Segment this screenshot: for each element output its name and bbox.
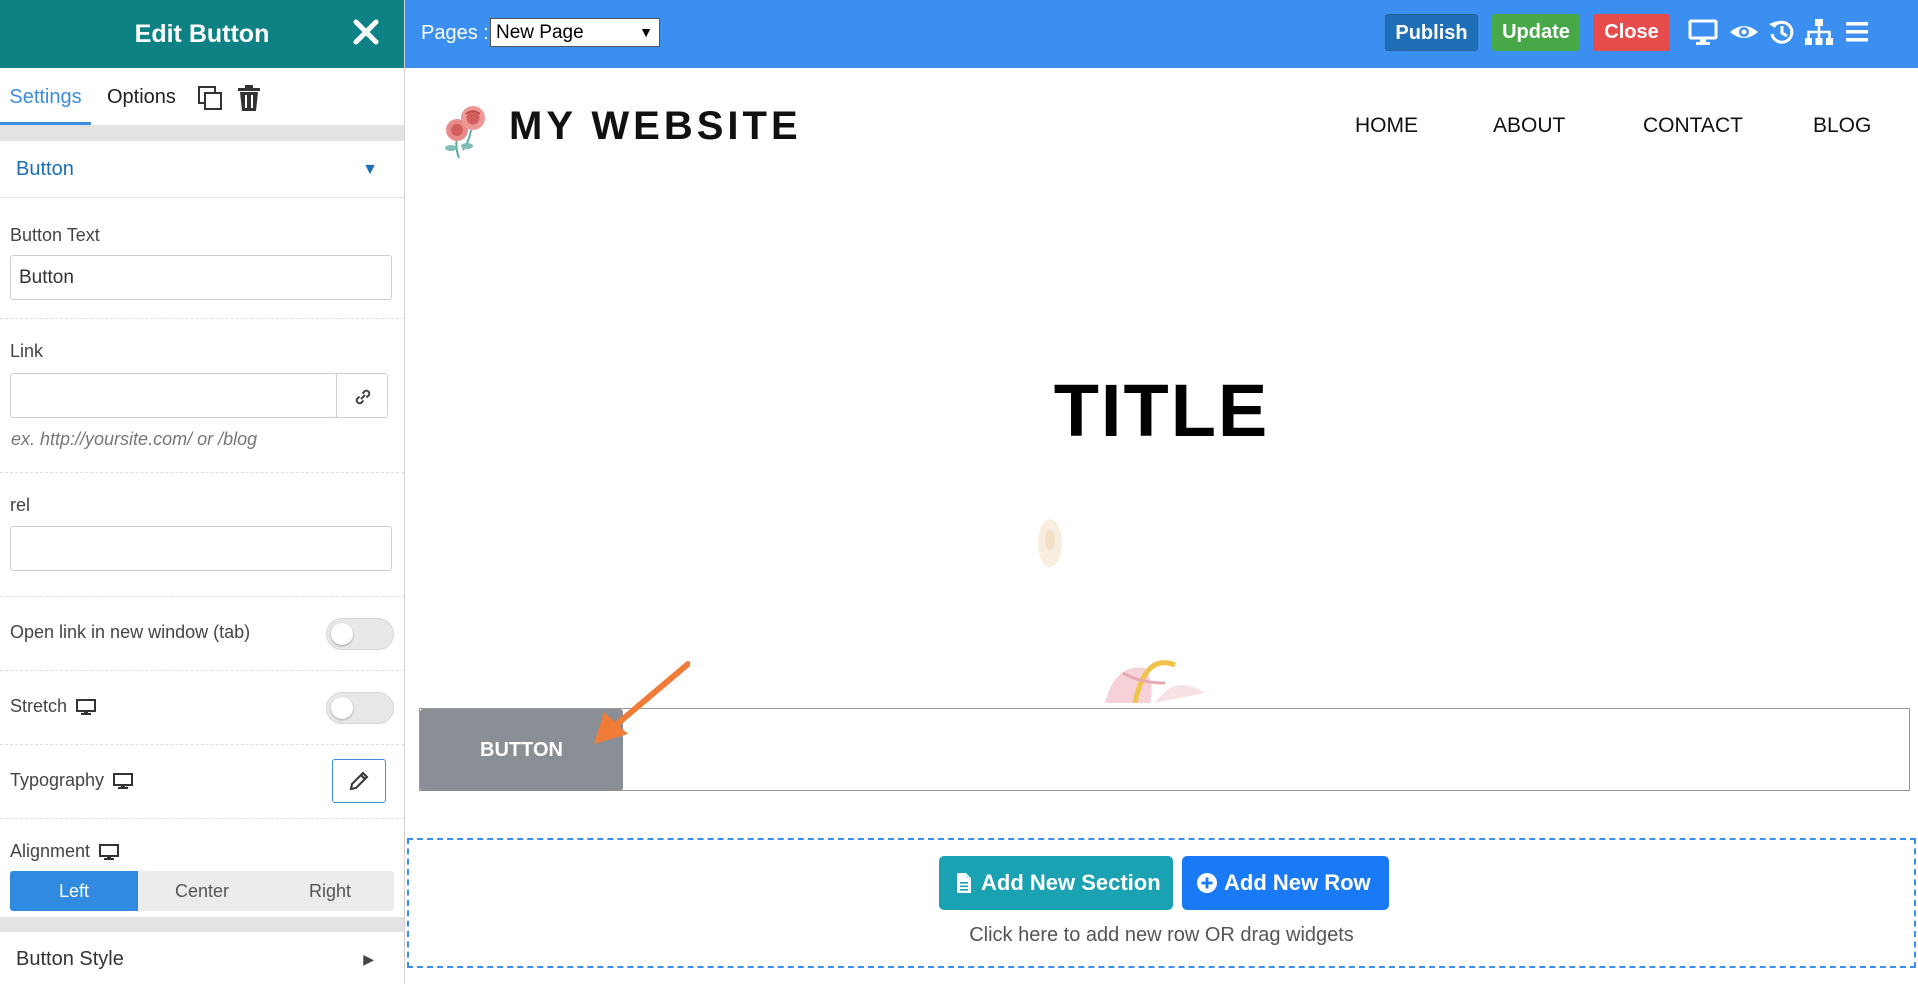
nav-blog[interactable]: BLOG [1813, 114, 1871, 138]
site-name: MY WEBSITE [509, 104, 802, 148]
site-preview: MY WEBSITE HOME ABOUT CONTACT BLOG TITLE… [405, 68, 1918, 984]
link-input[interactable] [10, 373, 337, 418]
rel-field-group: rel [0, 473, 404, 597]
section-title: Button [16, 158, 74, 180]
desktop-icon [113, 773, 134, 790]
stretch-field-group: Stretch [0, 671, 404, 745]
publish-button[interactable]: Publish [1385, 14, 1478, 51]
button-section-header[interactable]: Button ▼ [0, 141, 404, 198]
duplicate-icon[interactable] [196, 84, 224, 112]
link-field-group: Link ex. http://yoursite.com/ or /blog [0, 319, 404, 473]
alignment-label-wrap: Alignment [10, 841, 120, 862]
align-center-button[interactable]: Center [138, 871, 266, 911]
new-window-toggle[interactable] [326, 618, 394, 650]
add-content-dropzone[interactable]: Add New Section Add New Row Click here t… [407, 838, 1916, 968]
caret-down-icon: ▼ [362, 161, 378, 178]
desktop-icon [76, 699, 97, 716]
nav-about[interactable]: ABOUT [1493, 114, 1565, 138]
add-section-label: Add New Section [981, 870, 1161, 895]
nav-contact[interactable]: CONTACT [1643, 114, 1743, 138]
decorative-flower [1095, 643, 1215, 704]
link-icon [355, 389, 371, 405]
rose-logo-icon [435, 98, 495, 162]
history-icon[interactable] [1766, 16, 1798, 48]
new-window-field-group: Open link in new window (tab) [0, 597, 404, 671]
add-row-label: Add New Row [1224, 870, 1371, 895]
rel-input[interactable] [10, 526, 392, 571]
alignment-field-group: Alignment Left Center Right [0, 819, 404, 915]
add-hint-text: Click here to add new row OR drag widget… [969, 924, 1354, 946]
align-left-button[interactable]: Left [10, 871, 138, 911]
decorative-glow [1025, 508, 1075, 578]
link-label: Link [10, 341, 44, 361]
pointer-arrow-icon [590, 658, 691, 758]
update-button[interactable]: Update [1492, 14, 1580, 51]
panel-header: Edit Button [0, 0, 404, 68]
trash-icon[interactable] [236, 84, 262, 112]
link-hint: ex. http://yoursite.com/ or /blog [11, 429, 258, 449]
stretch-label: Stretch [10, 696, 68, 716]
toggle-knob [331, 697, 353, 719]
hamburger-icon[interactable] [1841, 16, 1873, 48]
tab-options[interactable]: Options [107, 68, 176, 126]
typography-field-group: Typography [0, 745, 404, 819]
button-text-input[interactable]: Button [10, 255, 392, 300]
page-builder: Edit Button Settings Options Button ▼ Bu… [0, 0, 1918, 984]
hero-title: TITLE [1053, 369, 1270, 452]
desktop-icon [99, 844, 120, 861]
top-toolbar: Pages : New Page ▼ Publish Update Close [405, 0, 1918, 68]
stretch-toggle[interactable] [326, 692, 394, 724]
close-icon[interactable] [346, 12, 386, 52]
button-text-field-group: Button Text Button [0, 215, 404, 319]
align-right-button[interactable]: Right [266, 871, 394, 911]
panel-title: Edit Button [134, 20, 270, 48]
pages-select[interactable]: New Page ▼ [490, 18, 660, 47]
new-window-label: Open link in new window (tab) [10, 622, 251, 642]
stretch-label-wrap: Stretch [10, 696, 97, 717]
add-new-section-button[interactable]: Add New Section [939, 856, 1173, 910]
divider [0, 917, 404, 932]
caret-right-icon: ▶ [363, 951, 374, 967]
nav-home[interactable]: HOME [1355, 114, 1418, 138]
alignment-label: Alignment [10, 841, 91, 861]
tab-settings[interactable]: Settings [0, 68, 91, 125]
link-picker-button[interactable] [336, 373, 388, 418]
panel-tabs: Settings Options [0, 68, 404, 126]
button-text-label: Button Text [10, 225, 100, 245]
eye-icon[interactable] [1728, 16, 1760, 48]
toggle-knob [331, 623, 353, 645]
close-button[interactable]: Close [1593, 14, 1670, 51]
rel-label: rel [10, 495, 31, 515]
add-new-row-button[interactable]: Add New Row [1182, 856, 1389, 910]
pencil-icon [349, 771, 369, 791]
typography-edit-button[interactable] [332, 759, 386, 803]
alignment-button-group: Left Center Right [10, 871, 394, 911]
typography-label: Typography [10, 770, 105, 790]
pages-select-value: New Page [496, 22, 584, 43]
document-icon [957, 873, 971, 893]
button-style-label: Button Style [16, 948, 124, 970]
sitemap-icon[interactable] [1803, 16, 1835, 48]
pages-label: Pages : [421, 22, 489, 44]
edit-panel: Edit Button Settings Options Button ▼ Bu… [0, 0, 405, 984]
plus-circle-icon [1197, 873, 1217, 893]
divider [0, 126, 404, 141]
chevron-down-icon: ▼ [639, 24, 653, 40]
desktop-icon[interactable] [1687, 16, 1719, 48]
button-style-section-header[interactable]: Button Style ▶ [0, 934, 404, 984]
typography-label-wrap: Typography [10, 770, 134, 791]
